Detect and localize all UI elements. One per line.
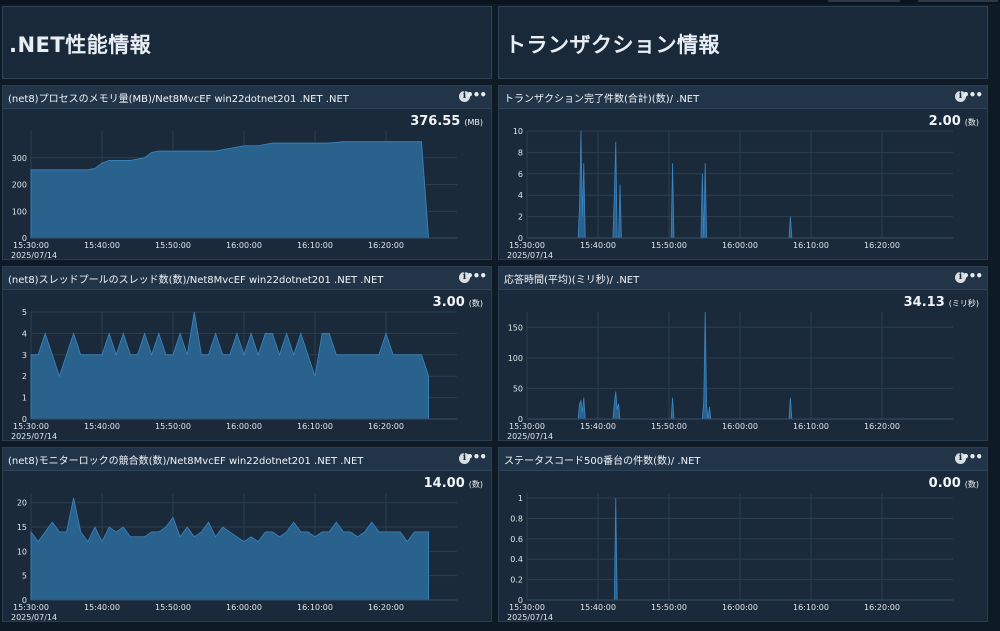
y-tick-label: 100 <box>12 207 27 216</box>
y-tick-label: 1 <box>518 494 523 503</box>
panel-process-memory: (net8)プロセスのメモリ量(MB)/Net8MvcEF win22dotne… <box>2 85 492 260</box>
x-tick-label: 15:30:00 <box>13 241 49 250</box>
x-date-label: 2025/07/14 <box>507 251 553 260</box>
x-tick-label: 15:40:00 <box>580 422 616 431</box>
chart-process-memory: 010020030015:30:00 15:40:00 15:50:00 16:00:… <box>11 131 457 260</box>
x-tick-label: 16:20:00 <box>368 422 404 431</box>
header-title: トランザクション情報 <box>505 33 720 57</box>
chart-response-time: 05010015015:30:00 15:40:00 15:50:00 16:00:0… <box>507 311 953 441</box>
header-title: .NET性能情報 <box>9 33 152 57</box>
x-tick-label: 16:20:00 <box>864 603 900 612</box>
x-tick-label: 15:40:00 <box>84 241 120 250</box>
x-tick-label: 16:00:00 <box>722 241 758 250</box>
area-series <box>527 498 925 601</box>
x-tick-label: 15:40:00 <box>84 422 120 431</box>
x-tick-label: 16:00:00 <box>226 422 262 431</box>
x-tick-label: 15:50:00 <box>651 603 687 612</box>
x-tick-label: 16:20:00 <box>864 241 900 250</box>
area-series <box>30 141 430 239</box>
y-tick-label: 1 <box>22 394 27 403</box>
y-tick-label: 0.6 <box>510 535 523 544</box>
x-tick-label: 16:20:00 <box>368 241 404 250</box>
panel-thread-count: (net8)スレッドプールのスレッド数(数)/Net8MvcEF win22do… <box>2 266 492 441</box>
x-tick-label: 16:10:00 <box>793 241 829 250</box>
y-tick-label: 8 <box>518 148 523 157</box>
x-tick-label: 15:50:00 <box>155 422 191 431</box>
x-tick-label: 16:00:00 <box>722 422 758 431</box>
y-tick-label: 2 <box>22 372 27 381</box>
y-tick-label: 100 <box>508 354 523 363</box>
panel-monitor-lock: (net8)モニターロックの競合数(数)/Net8MvcEF win22dotn… <box>2 447 492 622</box>
y-tick-label: 15 <box>17 523 27 532</box>
x-tick-label: 15:30:00 <box>13 603 49 612</box>
x-tick-label: 16:10:00 <box>297 241 333 250</box>
y-tick-label: 0.2 <box>510 576 523 585</box>
x-tick-label: 16:20:00 <box>864 422 900 431</box>
header-panel-dotnet: .NET性能情報 <box>2 6 492 79</box>
x-tick-label: 16:10:00 <box>297 603 333 612</box>
x-tick-label: 16:10:00 <box>793 422 829 431</box>
x-tick-label: 15:30:00 <box>509 422 545 431</box>
x-tick-label: 15:50:00 <box>155 603 191 612</box>
top-strip-segment <box>918 0 998 2</box>
y-tick-label: 5 <box>22 572 27 581</box>
y-tick-label: 0.8 <box>510 514 523 523</box>
y-tick-label: 6 <box>518 170 523 179</box>
y-tick-label: 200 <box>12 181 27 190</box>
x-date-label: 2025/07/14 <box>507 432 553 441</box>
chart-thread-count: 01234515:30:00 15:40:00 15:50:00 16:00:00 16… <box>11 308 457 441</box>
x-tick-label: 16:10:00 <box>793 603 829 612</box>
x-tick-label: 16:10:00 <box>297 422 333 431</box>
chart-monitor-lock: 0510152015:30:00 15:40:00 15:50:00 16:00:00… <box>11 493 457 622</box>
chart-transaction-count: 024681015:30:00 15:40:00 15:50:00 16:00:00 1… <box>507 127 953 260</box>
x-tick-label: 15:30:00 <box>509 603 545 612</box>
x-tick-label: 16:00:00 <box>226 241 262 250</box>
top-strip-segment <box>828 0 900 2</box>
y-tick-label: 10 <box>513 127 523 136</box>
x-tick-label: 15:30:00 <box>13 422 49 431</box>
x-tick-label: 16:20:00 <box>368 603 404 612</box>
header-panel-transaction: トランザクション情報 <box>498 6 988 79</box>
area-series <box>30 311 429 420</box>
y-tick-label: 4 <box>22 329 27 338</box>
y-tick-label: 4 <box>518 191 523 200</box>
panel-transaction-count: トランザクション完了件数(合計)(数)/ .NET i ••• 2.00 (数) … <box>498 85 988 260</box>
x-date-label: 2025/07/14 <box>11 251 57 260</box>
panel-status-500: ステータスコード500番台の件数(数)/ .NET i ••• 0.00 (数) … <box>498 447 988 622</box>
y-tick-label: 50 <box>513 384 523 393</box>
x-tick-label: 15:40:00 <box>84 603 120 612</box>
x-tick-label: 15:50:00 <box>651 241 687 250</box>
x-date-label: 2025/07/14 <box>507 613 553 622</box>
y-tick-label: 2 <box>518 213 523 222</box>
y-tick-label: 0.4 <box>510 555 523 564</box>
chart-status-500: 00.20.40.60.8115:30:00 15:40:00 15:50:00 16… <box>507 493 953 622</box>
y-tick-label: 3 <box>22 351 27 360</box>
y-tick-label: 5 <box>22 308 27 317</box>
top-strip <box>0 0 1000 4</box>
x-tick-label: 15:50:00 <box>155 241 191 250</box>
y-tick-label: 150 <box>508 323 523 332</box>
x-tick-label: 16:00:00 <box>226 603 262 612</box>
y-tick-label: 10 <box>17 547 27 556</box>
x-tick-label: 15:50:00 <box>651 422 687 431</box>
area-series <box>527 130 925 239</box>
area-series <box>30 497 429 601</box>
y-tick-label: 300 <box>12 154 27 163</box>
y-tick-label: 20 <box>17 499 27 508</box>
area-series <box>527 311 925 420</box>
x-tick-label: 15:30:00 <box>509 241 545 250</box>
x-date-label: 2025/07/14 <box>11 613 57 622</box>
x-tick-label: 15:40:00 <box>580 241 616 250</box>
x-date-label: 2025/07/14 <box>11 432 57 441</box>
panel-response-time: 応答時間(平均)(ミリ秒)/ .NET i ••• 34.13 (ミリ秒) 0 50… <box>498 266 988 441</box>
x-tick-label: 16:00:00 <box>722 603 758 612</box>
x-tick-label: 15:40:00 <box>580 603 616 612</box>
